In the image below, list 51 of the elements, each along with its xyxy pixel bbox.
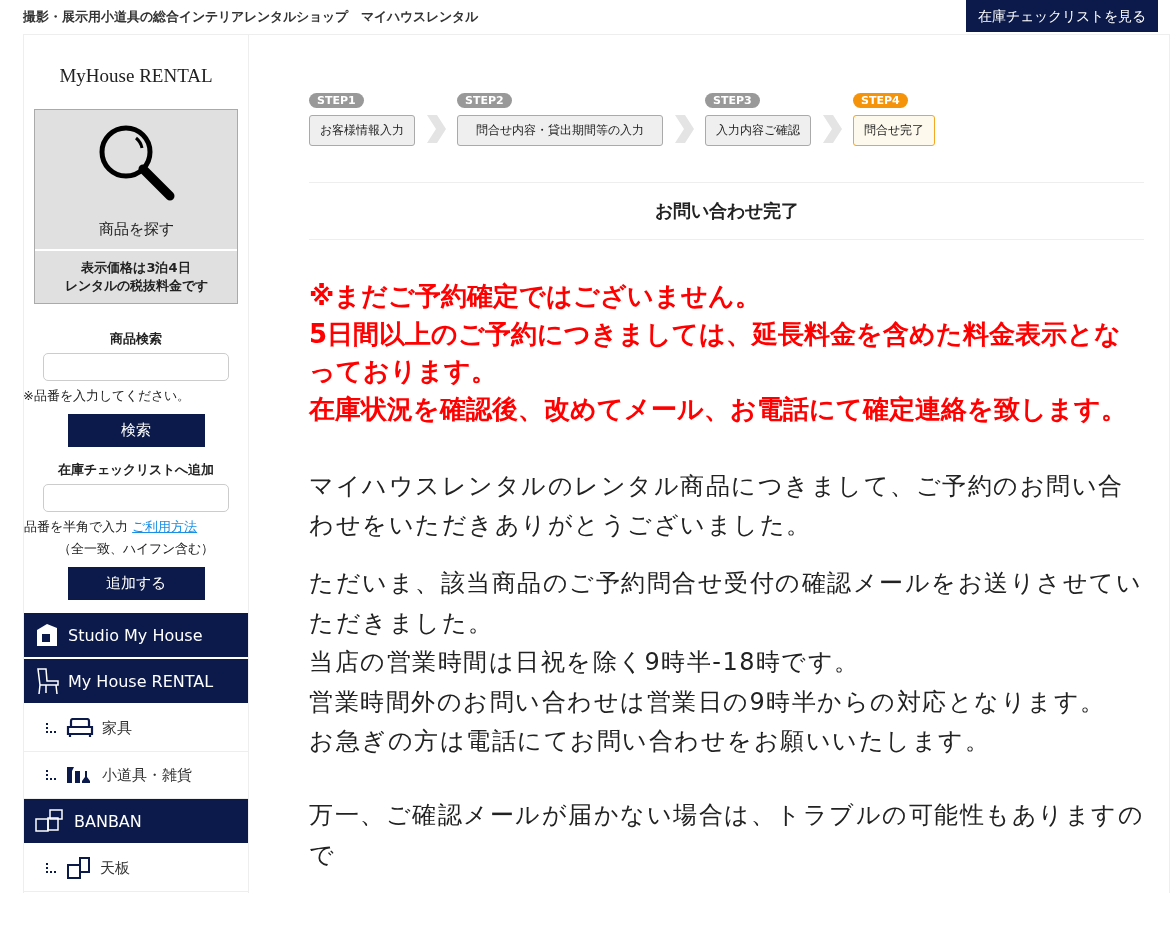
sofa-icon <box>66 718 94 739</box>
add-button[interactable]: 追加する <box>67 567 205 601</box>
reservation-notice-sentence: 5日間以上のご予約につきましては、延長料金を含めた料金表示となっております。 <box>309 317 1123 389</box>
step-label: 問合せ完了 <box>853 115 935 146</box>
view-checklist-button[interactable]: 在庫チェックリストを見る <box>966 0 1158 32</box>
chevron-icon <box>425 114 447 144</box>
step-label: お客様情報入力 <box>309 115 415 146</box>
house-icon <box>34 622 60 649</box>
match-note: （全一致、ハイフン含む） <box>58 540 214 559</box>
nav-section-header[interactable]: Studio My House <box>24 613 248 660</box>
dotted-branch-icon <box>46 723 58 734</box>
step-badge: STEP3 <box>705 93 760 108</box>
body-sentence: ただいま、該当商品のご予約問合せ受付の確認メールをお送りさせていただきました。 <box>309 567 1143 639</box>
chair-icon <box>34 667 60 696</box>
nav-section-header[interactable]: BANBAN <box>24 799 248 846</box>
price-note-line: 表示価格は3泊4日 <box>80 259 192 277</box>
reservation-notice-sentence: ※まだご予約確定ではございません。 <box>309 280 763 313</box>
price-note-line: レンタルの税抜料金です <box>63 277 209 296</box>
chevron-icon <box>821 114 843 144</box>
site-tagline: 撮影・展示用小道具の総合インテリアレンタルショップ マイハウスレンタル <box>23 8 478 26</box>
dotted-branch-icon <box>46 770 58 781</box>
step-label: 入力内容ご確認 <box>705 115 811 146</box>
board-icon <box>66 856 92 881</box>
page-title: お問い合わせ完了 <box>309 183 1144 240</box>
step-badge: STEP4 <box>853 93 908 108</box>
step-badge: STEP2 <box>457 93 512 108</box>
product-search-card[interactable]: 商品を探す 表示価格は3泊4日 レンタルの税抜料金です <box>34 109 238 305</box>
step-label: 問合せ内容・貸出期間等の入力 <box>457 115 663 146</box>
site-logo[interactable]: MyHouse RENTAL <box>24 35 248 109</box>
step-badge: STEP1 <box>309 93 364 108</box>
body-sentence: 当店の営業時間は日祝を除く9時半-18時です。 <box>309 647 861 679</box>
checklist-product-field[interactable] <box>43 484 229 513</box>
product-search-heading: 商品検索 <box>110 330 162 349</box>
search-card-label: 商品を探す <box>98 220 174 239</box>
half-width-hint: 品番を半角で入力 <box>24 519 128 535</box>
blocks-icon <box>34 808 66 835</box>
search-button[interactable]: 検索 <box>67 414 205 448</box>
chevron-icon <box>673 114 695 144</box>
product-search-field[interactable] <box>43 353 229 382</box>
checklist-add-heading: 在庫チェックリストへ追加 <box>58 461 214 480</box>
nav-section-header[interactable]: My House RENTAL <box>24 659 248 706</box>
nav-subitem[interactable]: 家具 <box>24 705 248 753</box>
dotted-branch-icon <box>46 863 58 874</box>
body-sentence: お急ぎの方は電話にてお問い合わせをお願いいたします。 <box>309 726 991 758</box>
reservation-notice-sentence: 在庫状況を確認後、改めてメール、お電話にて確定連絡を致します。 <box>309 393 1128 427</box>
body-sentence: 万一、ご確認メールが届かない場合は、トラブルの可能性もありますので <box>309 799 1144 871</box>
nav-subitem[interactable]: 天板 <box>24 845 248 893</box>
usage-link[interactable]: ご利用方法 <box>132 519 198 535</box>
product-number-hint: ※品番を入力してください。 <box>23 387 190 406</box>
body-sentence: マイハウスレンタルのレンタル商品につきまして、ご予約のお問い合わせをいただきありがとうございました。 <box>309 470 1125 542</box>
body-sentence: 営業時間外のお問い合わせは営業日の9時半からの対応となります。 <box>309 686 1107 718</box>
